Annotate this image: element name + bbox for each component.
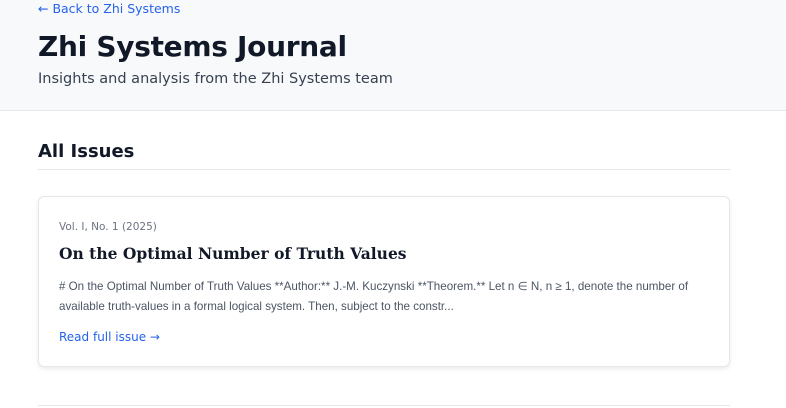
- issue-title[interactable]: On the Optimal Number of Truth Values: [59, 244, 407, 263]
- section-title: All Issues: [38, 141, 135, 162]
- page-title: Zhi Systems Journal: [38, 30, 347, 63]
- page-header: ← Back to Zhi Systems Zhi Systems Journa…: [0, 0, 786, 111]
- divider: [38, 405, 730, 406]
- divider: [38, 169, 730, 170]
- issue-card: Vol. I, No. 1 (2025) On the Optimal Numb…: [38, 196, 730, 367]
- read-full-issue-link[interactable]: Read full issue →: [59, 330, 160, 344]
- page-subtitle: Insights and analysis from the Zhi Syste…: [38, 71, 393, 87]
- issue-meta: Vol. I, No. 1 (2025): [59, 221, 157, 233]
- back-link[interactable]: ← Back to Zhi Systems: [38, 1, 180, 16]
- issue-excerpt: # On the Optimal Number of Truth Values …: [59, 280, 689, 313]
